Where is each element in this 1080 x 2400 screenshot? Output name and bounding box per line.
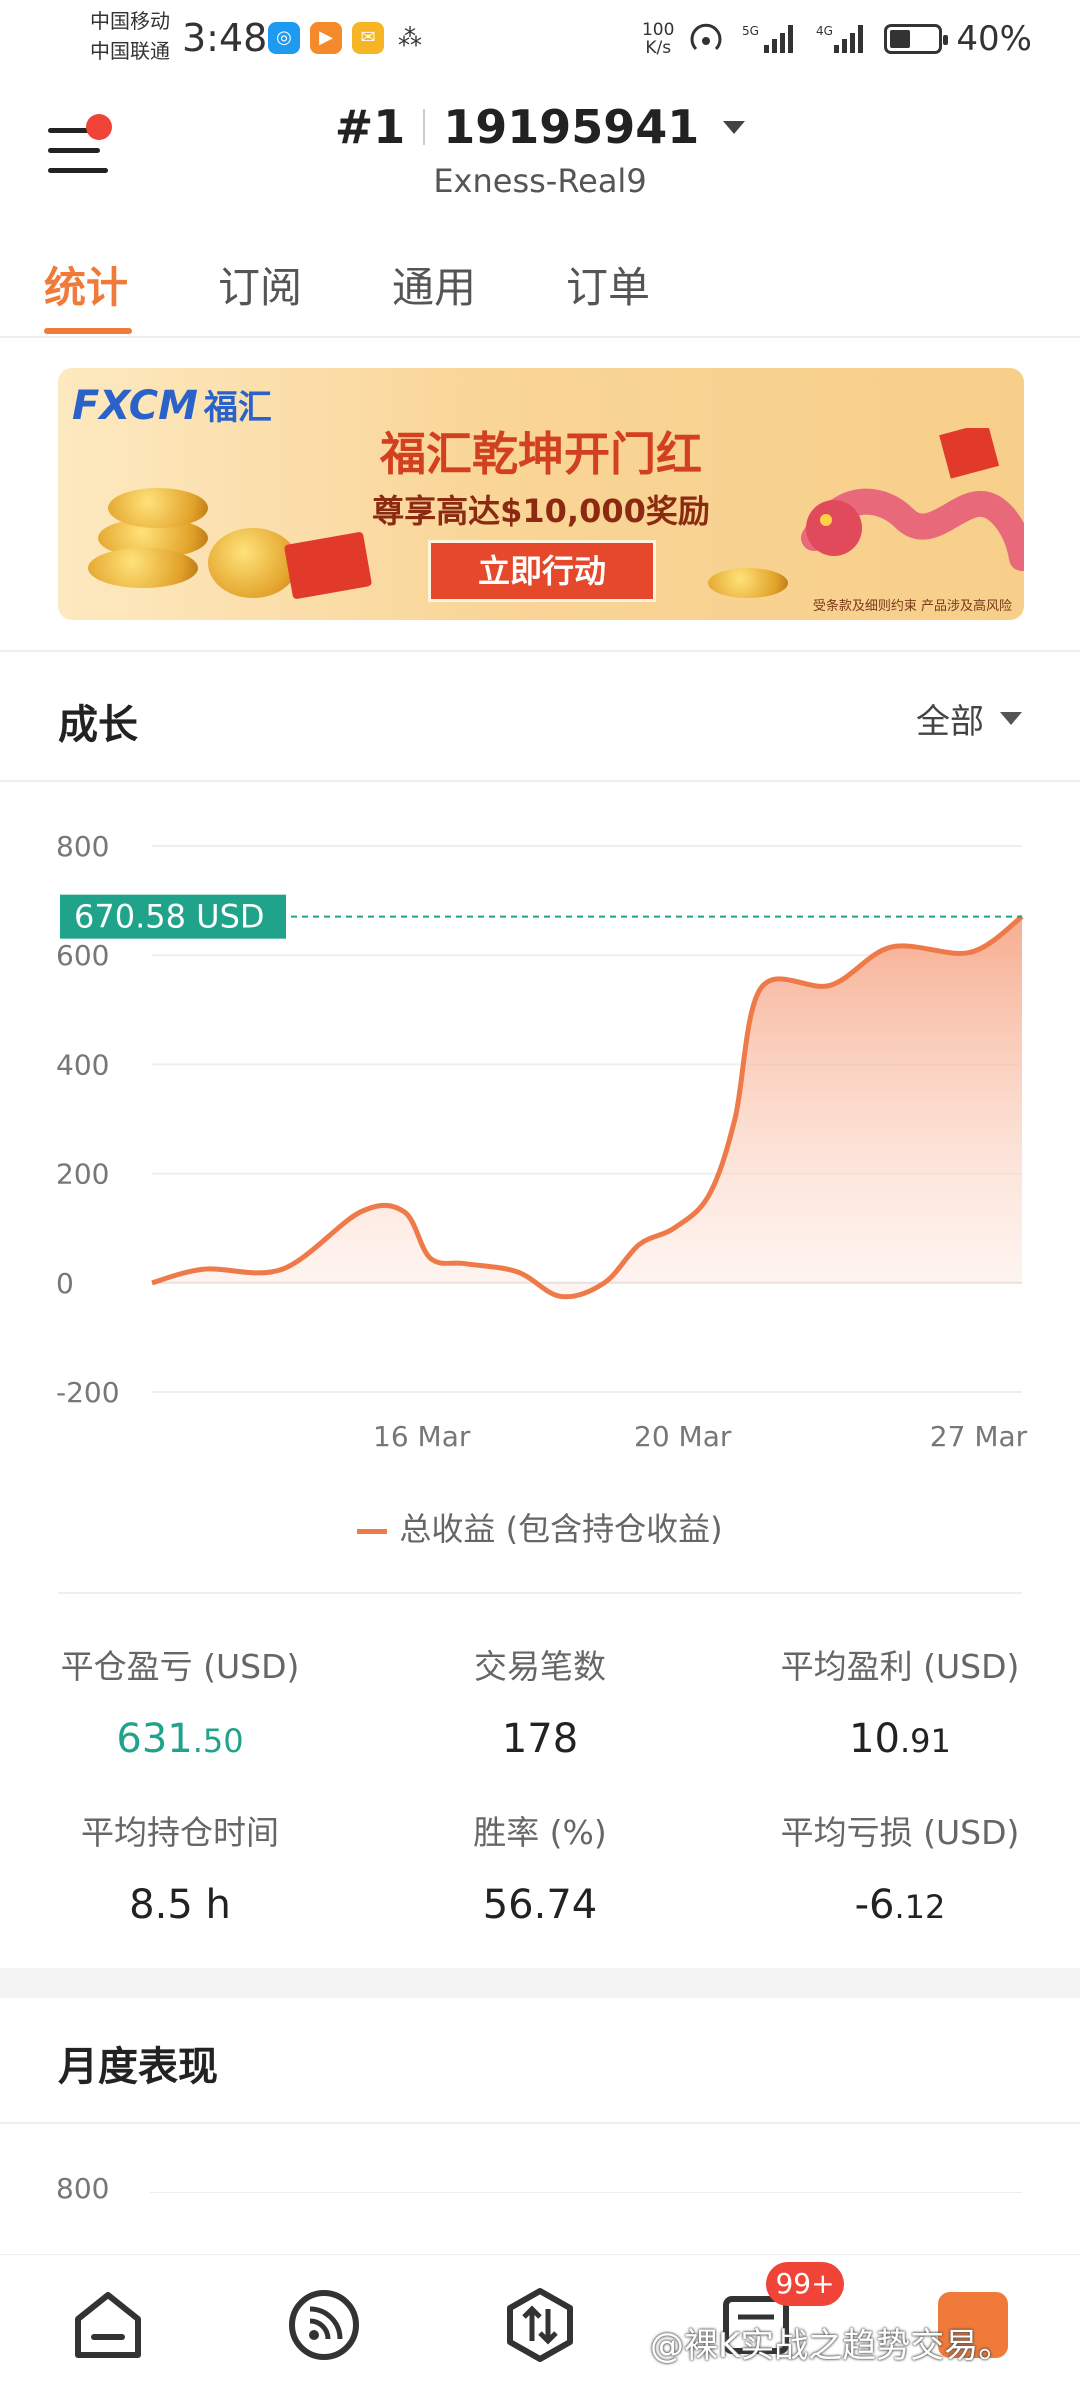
carrier-1: 中国移动: [90, 9, 170, 33]
net-speed: 100 K/s: [641, 20, 675, 58]
x-tick-label: 20 Mar: [634, 1420, 732, 1453]
growth-chart[interactable]: 670.58 USD 800 600 400 200 0 -200 16 Mar 20 Ma…: [0, 790, 1080, 1510]
legend-swatch: [357, 1528, 388, 1534]
clock: 3:48: [182, 16, 268, 60]
divider: [0, 780, 1080, 782]
coin-stack-icon: [108, 488, 208, 528]
stat-avg-hold-time: 平均持仓时间 8.5 h: [81, 1813, 279, 1928]
home-icon[interactable]: [68, 2285, 148, 2365]
legend-label: 总收益 (包含持仓收益): [399, 1510, 723, 1548]
y-tick-label: 800: [56, 830, 109, 863]
y-tick-label: 400: [56, 1048, 109, 1081]
battery-icon: [884, 24, 949, 54]
account-number: 19195941: [443, 100, 700, 154]
chevron-down-icon: [1000, 712, 1022, 725]
coin-stack-icon: [88, 548, 198, 588]
chevron-down-icon: [723, 120, 746, 134]
growth-title: 成长: [58, 702, 138, 748]
monthly-title: 月度表现: [58, 2044, 218, 2090]
divider: [0, 2122, 1080, 2124]
section-separator: [0, 1968, 1080, 1998]
account-selector[interactable]: #1 19195941 Exness-Real9: [0, 100, 1080, 200]
x-tick-label: 27 Mar: [930, 1420, 1028, 1453]
mail-app-icon: ✉: [352, 22, 384, 54]
account-index: #1: [334, 100, 406, 154]
divider: [58, 1592, 1022, 1594]
watermark: @裸K实战之趋势交易。: [650, 2326, 1013, 2366]
y-tick-label: -200: [56, 1376, 120, 1409]
y-tick-label: 600: [56, 939, 109, 972]
status-bar: 中国移动 中国联通 3:48 ◎ ▶ ✉ ⁂ 100 K/s 5G 4G 40%: [0, 0, 1080, 80]
message-count-badge: 99+: [766, 2262, 844, 2306]
signals-icon[interactable]: [284, 2285, 364, 2365]
dragon-icon: [801, 428, 1024, 571]
divider: [0, 650, 1080, 652]
account-separator: [423, 109, 426, 145]
y-tick-label: 200: [56, 1158, 109, 1191]
y-tick-label: 0: [56, 1267, 74, 1300]
tab-orders[interactable]: 订单: [566, 254, 650, 315]
banner-cta-button[interactable]: 立即行动: [428, 540, 656, 602]
range-value: 全部: [916, 702, 984, 742]
tab-statistics[interactable]: 统计: [44, 254, 128, 315]
ad-banner[interactable]: FXCM 福汇 福汇乾坤开门红 尊享高达$10,000奖励 立即行动 受条款及细则…: [58, 368, 1024, 620]
growth-chart-svg: 670.58 USD 800 600 400 200 0 -200 16 Mar 20 Ma…: [56, 830, 1028, 1453]
range-dropdown[interactable]: 全部: [916, 694, 1022, 743]
carrier-2: 中国联通: [90, 39, 170, 63]
current-value-label: 670.58 USD: [74, 898, 265, 936]
svg-text:4G: 4G: [816, 24, 833, 38]
monthly-gridline: [150, 2192, 1022, 2193]
tab-subscribe[interactable]: 订阅: [218, 254, 302, 315]
monthly-y-tick: 800: [56, 2172, 110, 2205]
search-app-icon: ◎: [268, 22, 300, 54]
trade-icon[interactable]: [500, 2285, 580, 2365]
banner-disclaimer: 受条款及细则约束 产品涉及高风险: [812, 599, 1012, 614]
red-envelope-icon: [283, 531, 373, 600]
grid-app-icon: ⁂: [398, 24, 422, 52]
chart-legend: 总收益 (包含持仓收益): [0, 1504, 1080, 1550]
tab-bar: 统计 订阅 通用 订单: [0, 240, 1080, 338]
hotspot-icon: [690, 23, 722, 51]
svg-text:5G: 5G: [742, 24, 759, 38]
x-tick-label: 16 Mar: [373, 1420, 471, 1453]
server-name: Exness-Real9: [433, 162, 647, 200]
battery-percent: 40%: [956, 19, 1032, 59]
stat-closed-pnl: 平仓盈亏 (USD) 631.50: [60, 1647, 300, 1762]
stat-avg-loss: 平均亏损 (USD) -6.12: [780, 1813, 1020, 1928]
stat-avg-profit: 平均盈利 (USD) 10.91: [780, 1647, 1020, 1762]
tab-general[interactable]: 通用: [392, 254, 476, 315]
active-tab-indicator: [44, 328, 132, 334]
signal-4g-icon: 4G: [816, 24, 864, 53]
stat-win-rate: 胜率 (%) 56.74: [473, 1813, 607, 1928]
stat-trade-count: 交易笔数 178: [474, 1647, 606, 1762]
video-app-icon: ▶: [310, 22, 342, 54]
signal-5g-icon: 5G: [742, 24, 794, 53]
gold-ingot-icon: [208, 528, 298, 598]
coin-icon: [708, 568, 788, 598]
growth-area: [152, 916, 1022, 1297]
